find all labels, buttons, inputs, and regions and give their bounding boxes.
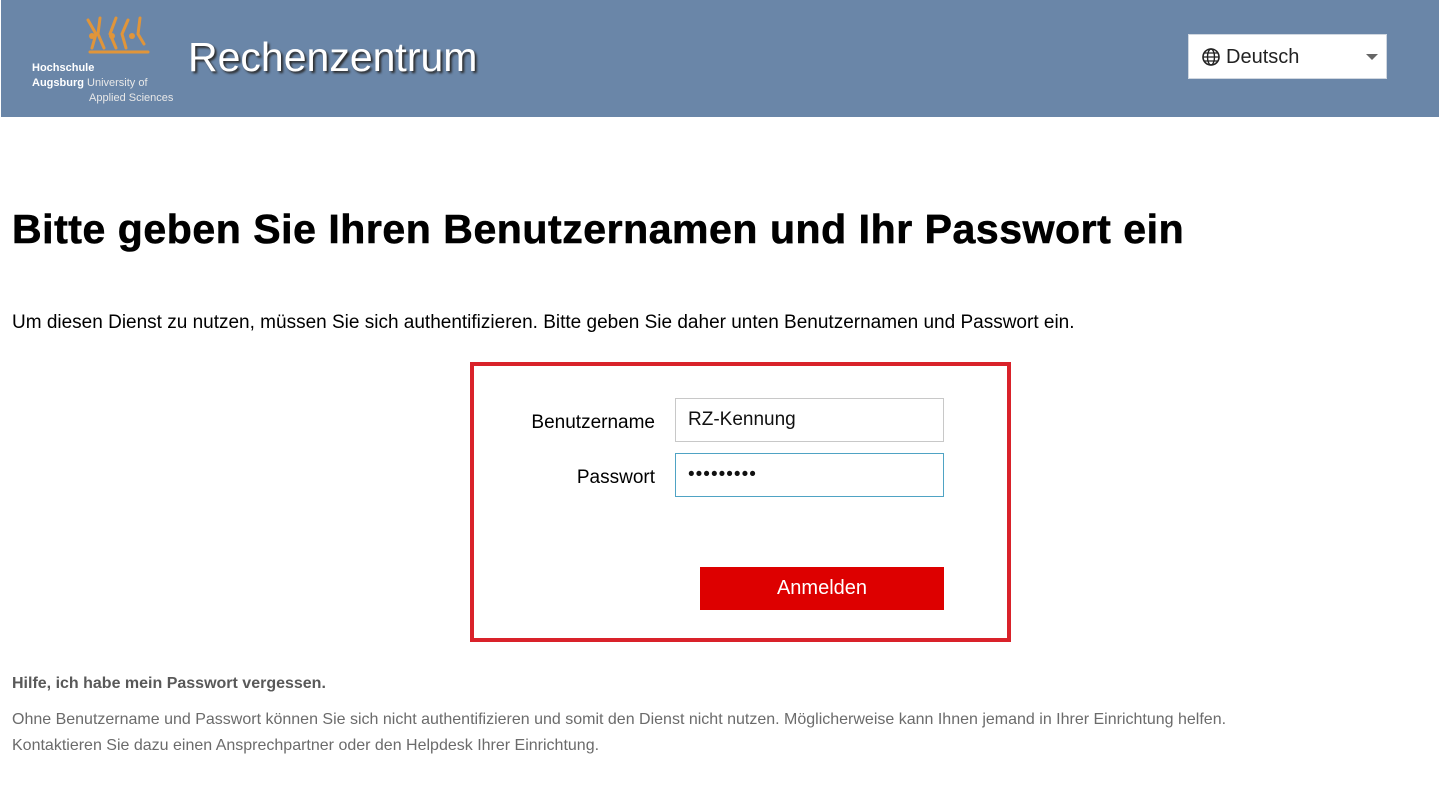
- logo-text-augsburg: Augsburg: [32, 77, 84, 89]
- header-bar: Hochschule Augsburg University of Applie…: [1, 0, 1439, 117]
- language-select[interactable]: Deutsch: [1188, 34, 1387, 79]
- intro-text: Um diesen Dienst zu nutzen, müssen Sie s…: [12, 312, 1075, 333]
- language-selected-value: Deutsch: [1226, 46, 1300, 68]
- university-logo[interactable]: Hochschule Augsburg University of Applie…: [32, 14, 192, 109]
- password-label: Passwort: [576, 467, 655, 488]
- site-title: Rechenzentrum: [188, 34, 478, 80]
- logo-text-university: University of: [83, 77, 148, 89]
- help-text-line1: Ohne Benutzername und Passwort können Si…: [12, 711, 1227, 728]
- help-text: Ohne Benutzername und Passwort können Si…: [12, 707, 1226, 759]
- globe-icon: [1202, 48, 1220, 66]
- help-text-line2: Kontaktieren Sie dazu einen Ansprechpart…: [12, 737, 600, 754]
- logo-text-line1: Hochschule: [32, 62, 95, 74]
- login-button[interactable]: Anmelden: [700, 567, 944, 610]
- logo-text-line2: Augsburg University of: [32, 77, 148, 90]
- login-form: Benutzername Passwort Anmelden: [470, 362, 1011, 642]
- page-title: Bitte geben Sie Ihren Benutzernamen und …: [12, 206, 1185, 253]
- help-title: Hilfe, ich habe mein Passwort vergessen.: [12, 675, 326, 692]
- chevron-down-icon: [1366, 54, 1378, 60]
- password-field[interactable]: [675, 453, 944, 497]
- username-field[interactable]: [675, 398, 944, 442]
- logo-mark-icon: [86, 16, 150, 54]
- logo-text-line3: Applied Sciences: [89, 92, 174, 104]
- username-label: Benutzername: [531, 412, 655, 433]
